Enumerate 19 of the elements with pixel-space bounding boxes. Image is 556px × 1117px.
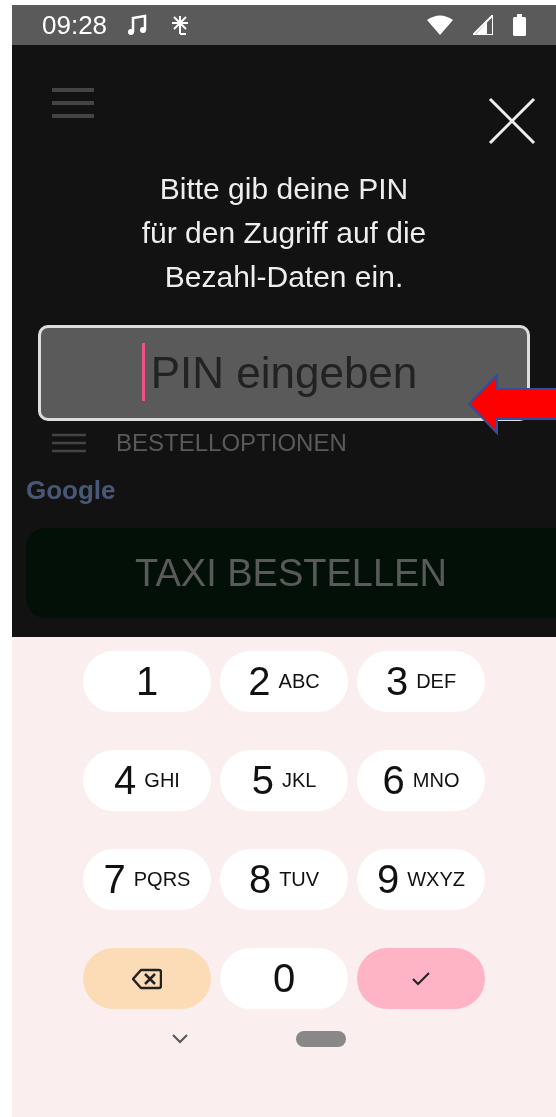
pin-input-field[interactable]: PIN eingeben <box>38 325 530 421</box>
menu-icon <box>52 87 94 119</box>
chevron-down-icon[interactable] <box>172 1034 188 1044</box>
keypad-key[interactable]: 1 <box>83 651 211 712</box>
battery-icon <box>513 14 526 36</box>
pin-prompt-message: Bitte gib deine PIN für den Zugriff auf die Bezahl-Daten ein. <box>141 171 427 295</box>
sliders-icon <box>52 432 86 454</box>
order-options-label: BESTELLOPTIONEN <box>116 429 348 457</box>
text-cursor <box>142 343 145 401</box>
keypad-key[interactable]: 0 <box>220 948 348 1009</box>
close-icon <box>488 97 536 145</box>
checkmark-icon <box>411 970 431 987</box>
backspace-icon <box>132 967 162 990</box>
map-attribution: Google <box>26 475 116 506</box>
status-time: 09:28 <box>42 9 108 41</box>
close-button[interactable] <box>488 97 536 145</box>
wifi-icon <box>427 15 453 35</box>
navigation-handle[interactable] <box>296 1031 346 1047</box>
signal-icon <box>473 15 493 35</box>
